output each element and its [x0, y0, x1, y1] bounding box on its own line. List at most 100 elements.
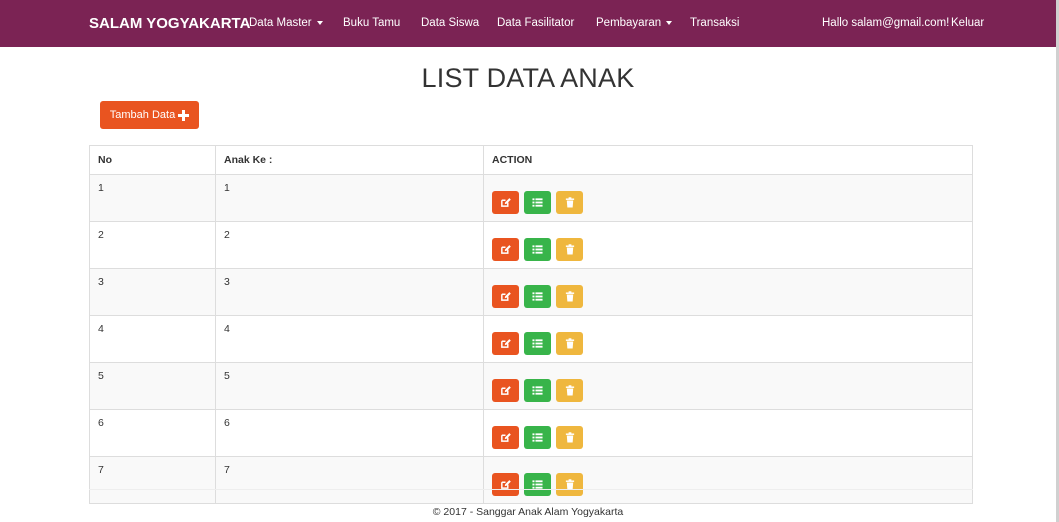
- trash-icon: [565, 338, 575, 349]
- footer-copyright: © 2017 - Sanggar Anak Alam Yogyakarta: [432, 506, 624, 518]
- nav-data-siswa[interactable]: Data Siswa: [421, 0, 479, 47]
- header-action: ACTION: [483, 145, 973, 175]
- page-title: LIST DATA ANAK: [421, 63, 635, 93]
- edit-icon: [500, 291, 511, 302]
- table-row: 22: [89, 221, 973, 269]
- logout-link[interactable]: Keluar: [951, 0, 984, 47]
- delete-button[interactable]: [556, 238, 583, 261]
- row-actions: [492, 332, 964, 355]
- delete-button[interactable]: [556, 379, 583, 402]
- cell-action: [483, 268, 973, 316]
- nav-greeting[interactable]: Hallo salam@gmail.com!: [822, 0, 949, 47]
- row-actions: [492, 426, 964, 449]
- nav-transaksi[interactable]: Transaksi: [690, 0, 739, 47]
- cell-anak-ke: 3: [215, 268, 484, 316]
- list-icon: [532, 432, 543, 443]
- edit-icon: [500, 244, 511, 255]
- cell-action: [483, 456, 973, 504]
- row-actions: [492, 238, 964, 261]
- children-table: No Anak Ke : ACTION 11223344556677: [89, 145, 973, 504]
- trash-icon: [565, 244, 575, 255]
- cell-action: [483, 315, 973, 363]
- cell-anak-ke: 1: [215, 174, 484, 222]
- delete-button[interactable]: [556, 473, 583, 496]
- edit-icon: [500, 338, 511, 349]
- delete-button[interactable]: [556, 191, 583, 214]
- table-row: 33: [89, 268, 973, 316]
- delete-button[interactable]: [556, 426, 583, 449]
- table-row: 55: [89, 362, 973, 410]
- nav-pembayaran-label: Pembayaran: [596, 17, 662, 29]
- edit-button[interactable]: [492, 379, 519, 402]
- cell-no: 2: [89, 221, 216, 269]
- table-header-row: No Anak Ke : ACTION: [89, 145, 973, 175]
- cell-action: [483, 362, 973, 410]
- edit-button[interactable]: [492, 238, 519, 261]
- cell-no: 3: [89, 268, 216, 316]
- cell-anak-ke: 4: [215, 315, 484, 363]
- edit-button[interactable]: [492, 285, 519, 308]
- footer-divider: [89, 489, 973, 490]
- cell-no: 7: [89, 456, 216, 504]
- cell-anak-ke: 2: [215, 221, 484, 269]
- edit-button[interactable]: [492, 191, 519, 214]
- cell-no: 6: [89, 409, 216, 457]
- edit-button[interactable]: [492, 473, 519, 496]
- edit-button[interactable]: [492, 332, 519, 355]
- edit-icon: [500, 197, 511, 208]
- delete-button[interactable]: [556, 332, 583, 355]
- trash-icon: [565, 291, 575, 302]
- header-anak-ke: Anak Ke :: [215, 145, 484, 175]
- list-icon: [532, 291, 543, 302]
- table-row: 11: [89, 174, 973, 222]
- cell-action: [483, 221, 973, 269]
- detail-button[interactable]: [524, 238, 551, 261]
- cell-action: [483, 409, 973, 457]
- table-row: 77: [89, 456, 973, 504]
- cell-no: 4: [89, 315, 216, 363]
- nav-buku-tamu[interactable]: Buku Tamu: [343, 0, 400, 47]
- nav-pembayaran[interactable]: Pembayaran: [596, 0, 673, 47]
- detail-button[interactable]: [524, 473, 551, 496]
- trash-icon: [565, 385, 575, 396]
- cell-anak-ke: 7: [215, 456, 484, 504]
- cell-no: 1: [89, 174, 216, 222]
- nav-data-master[interactable]: Data Master: [249, 0, 323, 47]
- cell-anak-ke: 5: [215, 362, 484, 410]
- caret-down-icon: [666, 20, 673, 25]
- nav-data-fasilitator[interactable]: Data Fasilitator: [497, 0, 574, 47]
- edit-icon: [500, 385, 511, 396]
- nav-data-master-label: Data Master: [249, 17, 312, 29]
- edit-icon: [500, 432, 511, 443]
- list-icon: [532, 244, 543, 255]
- detail-button[interactable]: [524, 285, 551, 308]
- cell-anak-ke: 6: [215, 409, 484, 457]
- header-no: No: [89, 145, 216, 175]
- top-navbar: SALAM YOGYAKARTA Data Master Buku Tamu D…: [0, 0, 1056, 47]
- row-actions: [492, 379, 964, 402]
- row-actions: [492, 191, 964, 214]
- add-data-label: Tambah Data: [109, 109, 176, 121]
- cell-no: 5: [89, 362, 216, 410]
- delete-button[interactable]: [556, 285, 583, 308]
- detail-button[interactable]: [524, 191, 551, 214]
- list-icon: [532, 338, 543, 349]
- table-row: 44: [89, 315, 973, 363]
- plus-icon: [178, 109, 190, 121]
- row-actions: [492, 473, 964, 496]
- caret-down-icon: [316, 20, 323, 25]
- cell-action: [483, 174, 973, 222]
- detail-button[interactable]: [524, 426, 551, 449]
- edit-button[interactable]: [492, 426, 519, 449]
- trash-icon: [565, 432, 575, 443]
- list-icon: [532, 197, 543, 208]
- brand-link[interactable]: SALAM YOGYAKARTA: [89, 0, 250, 47]
- table-row: 66: [89, 409, 973, 457]
- detail-button[interactable]: [524, 332, 551, 355]
- detail-button[interactable]: [524, 379, 551, 402]
- add-data-button[interactable]: Tambah Data: [100, 101, 199, 129]
- table-body: 11223344556677: [89, 174, 973, 504]
- list-icon: [532, 385, 543, 396]
- trash-icon: [565, 197, 575, 208]
- row-actions: [492, 285, 964, 308]
